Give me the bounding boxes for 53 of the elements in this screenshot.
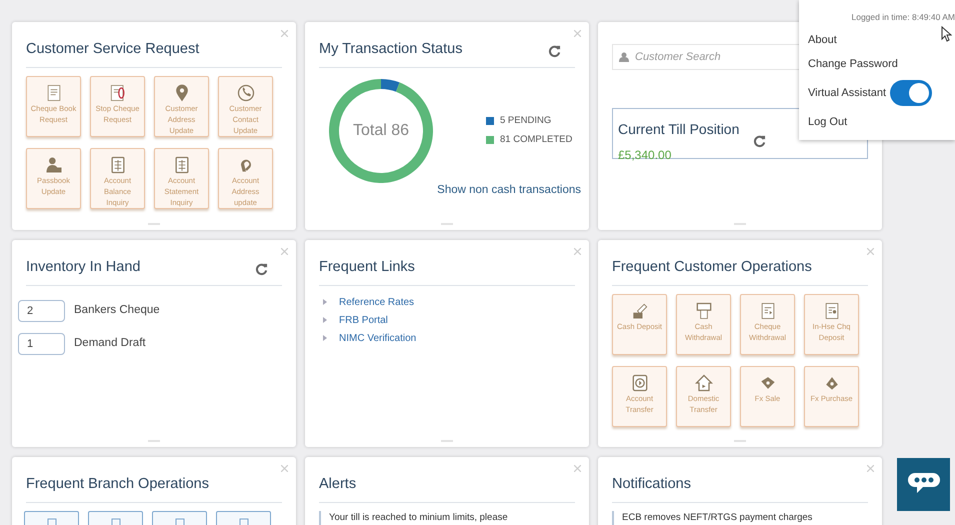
document-icon xyxy=(174,518,184,525)
service-icon xyxy=(236,82,256,103)
user-icon xyxy=(619,52,629,62)
legend-label: 81 COMPLETED xyxy=(500,133,572,148)
card-title: Frequent Branch Operations xyxy=(26,475,209,494)
operation-icon xyxy=(630,372,650,393)
quick-link[interactable]: FRB Portal xyxy=(339,312,388,328)
card-title: Frequent Customer Operations xyxy=(612,258,812,277)
close-icon[interactable] xyxy=(574,30,581,37)
count-field[interactable]: 1 xyxy=(18,332,65,355)
inventory-label: Bankers Cheque xyxy=(74,303,160,318)
card-title: My Transaction Status xyxy=(319,40,462,59)
inventory-label: Demand Draft xyxy=(74,336,146,352)
close-icon[interactable] xyxy=(574,465,581,472)
refresh-icon[interactable] xyxy=(255,263,268,276)
legend-label: 5 PENDING xyxy=(500,114,552,128)
close-icon[interactable] xyxy=(867,465,874,472)
close-icon[interactable] xyxy=(281,248,288,255)
document-icon xyxy=(238,518,248,525)
caret-icon xyxy=(323,317,327,324)
quick-link[interactable]: Reference Rates xyxy=(339,294,414,310)
till-title: Current Till Position xyxy=(618,120,740,139)
card-title: Inventory In Hand xyxy=(26,258,140,277)
cursor-icon xyxy=(941,26,952,42)
refresh-icon[interactable] xyxy=(753,135,766,148)
donut-total: Total 86 xyxy=(352,120,410,141)
count-field[interactable]: 2 xyxy=(18,300,65,322)
card-title: Alerts xyxy=(319,475,356,494)
till-amount: £5,340.00 xyxy=(618,147,672,164)
close-icon[interactable] xyxy=(281,465,288,472)
close-icon[interactable] xyxy=(867,248,874,255)
chat-button[interactable] xyxy=(897,458,950,511)
caret-icon xyxy=(323,299,327,306)
notification-text: ECB removes NEFT/RTGS payment charges xyxy=(612,510,868,525)
card-title: Frequent Links xyxy=(319,258,415,277)
close-icon[interactable] xyxy=(574,248,581,255)
menu-item-label: Virtual Assistant xyxy=(808,86,886,100)
menu-item[interactable]: Log Out xyxy=(808,114,955,130)
non-cash-link[interactable]: Show non cash transactions xyxy=(437,182,581,199)
card-title: Customer Service Request xyxy=(26,40,200,59)
alert-text: Your till is reached to minium limits, please xyxy=(319,510,575,525)
document-icon xyxy=(46,518,56,525)
card-title: Notifications xyxy=(612,475,691,494)
login-time: Logged in time: 8:49:40 AM xyxy=(852,11,955,24)
quick-link[interactable]: NIMC Verification xyxy=(339,330,416,346)
operation-icon xyxy=(694,300,714,321)
refresh-icon[interactable] xyxy=(548,45,561,58)
operation-icon xyxy=(694,372,714,393)
toggle-switch[interactable] xyxy=(890,80,932,106)
document-icon xyxy=(110,518,120,525)
caret-icon xyxy=(323,335,327,342)
close-icon[interactable] xyxy=(281,30,288,37)
service-icon xyxy=(44,154,64,175)
